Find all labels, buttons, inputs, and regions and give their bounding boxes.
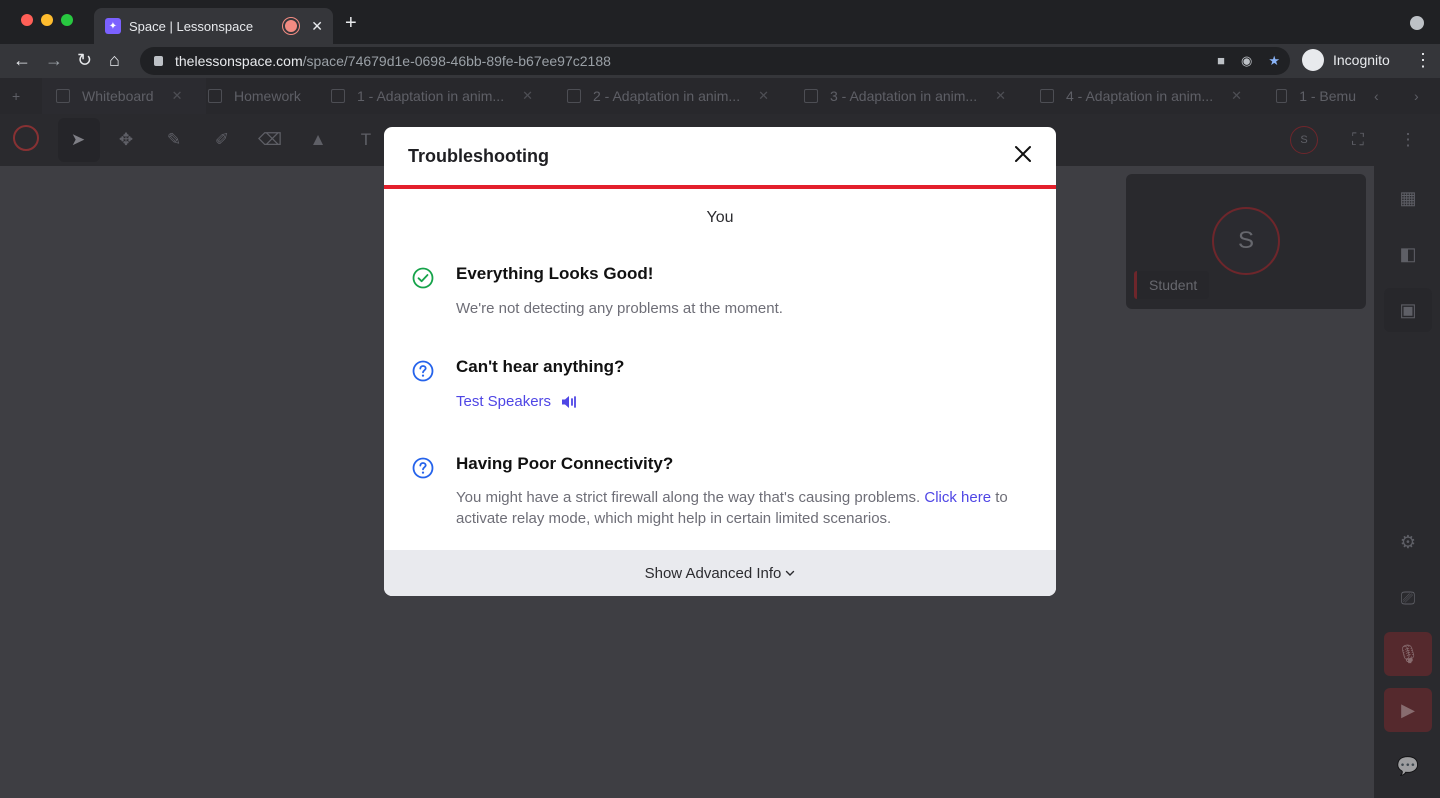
check-circle-icon [412,267,434,289]
forward-arrow-icon[interactable]: → [45,50,63,71]
item-title: Having Poor Connectivity? [456,454,674,473]
item-description: We're not detecting any problems at the … [456,300,783,317]
troubleshooting-modal: Troubleshooting You Everything Looks Goo… [384,127,1056,596]
url-text: thelessonspace.com/space/74679d1e-0698-4… [175,53,611,69]
close-window-button[interactable] [21,14,33,26]
browser-tabstrip: ✦ Space | Lessonspace ✕ + [0,0,1440,44]
tab-search-icon[interactable] [1410,16,1424,30]
section-title: You [706,209,734,226]
maximize-window-button[interactable] [61,14,73,26]
item-description: You might have a strict firewall along t… [456,487,1026,529]
footer-label: Show Advanced Info [644,564,782,582]
eye-off-icon[interactable]: ◉ [1241,53,1252,69]
incognito-profile-button[interactable]: Incognito [1302,49,1390,71]
new-tab-button[interactable]: + [345,12,357,35]
recording-indicator-icon [283,18,300,34]
close-icon[interactable] [1014,145,1032,163]
browser-tab-active[interactable]: ✦ Space | Lessonspace ✕ [94,8,333,44]
lessonspace-favicon-icon: ✦ [105,18,121,34]
bookmark-star-icon[interactable]: ★ [1268,53,1280,69]
reload-icon[interactable]: ↻ [77,50,92,71]
home-icon[interactable]: ⌂ [109,50,120,71]
lock-icon [154,56,163,66]
minimize-window-button[interactable] [41,14,53,26]
show-advanced-info-button[interactable]: Show Advanced Info [384,550,1056,596]
item-title: Everything Looks Good! [456,264,654,283]
relay-mode-link[interactable]: Click here [924,489,991,506]
chevron-down-icon [786,570,795,576]
question-circle-icon [412,360,434,382]
camera-icon[interactable]: ■ [1217,53,1225,69]
test-speakers-label: Test Speakers [456,393,552,410]
item-title: Can't hear anything? [456,357,625,376]
incognito-icon [1302,49,1324,71]
test-speakers-link[interactable]: Test Speakers [456,393,578,410]
speaker-icon [562,395,576,408]
modal-title: Troubleshooting [408,145,549,166]
modal-header: Troubleshooting [384,127,1056,189]
question-circle-icon [412,457,434,479]
browser-menu-icon[interactable]: ⋮ [1414,50,1432,71]
browser-tab-title: Space | Lessonspace [129,18,254,34]
browser-toolbar: ← → ↻ ⌂ thelessonspace.com/space/74679d1… [0,44,1440,78]
back-arrow-icon[interactable]: ← [13,50,31,71]
close-tab-icon[interactable]: ✕ [311,18,323,35]
address-bar[interactable]: thelessonspace.com/space/74679d1e-0698-4… [140,47,1290,75]
profile-label: Incognito [1333,52,1390,68]
description-text: You might have a strict firewall along t… [456,489,925,506]
